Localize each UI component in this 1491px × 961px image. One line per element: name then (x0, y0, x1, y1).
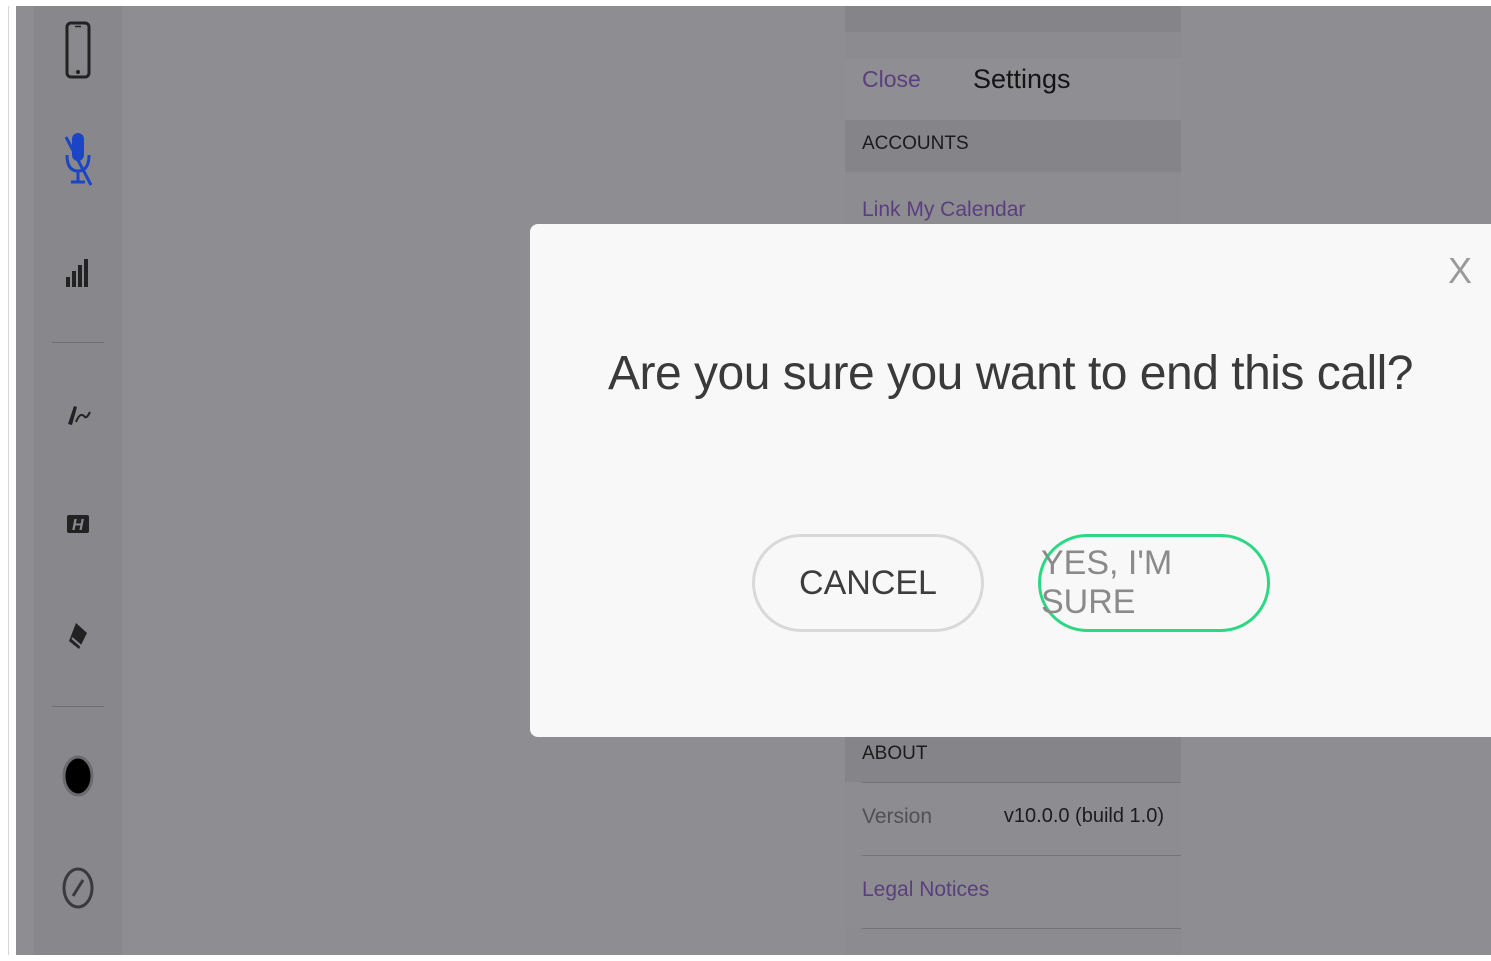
end-call-modal: X Are you sure you want to end this call… (530, 224, 1491, 737)
modal-question: Are you sure you want to end this call? (608, 347, 1413, 400)
settings-title: Settings (973, 64, 1071, 94)
modal-close-icon[interactable]: X (1440, 246, 1480, 296)
version-label: Version (862, 805, 933, 828)
about-section-header: ABOUT (845, 730, 1181, 782)
settings-close-link[interactable]: Close (862, 66, 921, 93)
version-row: Version v10.0.0 (build 1.0) (845, 783, 1181, 855)
window-left-edge (8, 6, 9, 955)
accounts-header-label: ACCOUNTS (862, 133, 969, 154)
version-value: v10.0.0 (build 1.0) (1003, 805, 1164, 827)
confirm-end-call-button[interactable]: YES, I'M SURE (1038, 534, 1270, 632)
accounts-section-header: ACCOUNTS (845, 120, 1181, 172)
about-header-label: ABOUT (862, 743, 928, 764)
legal-notices-row[interactable]: Legal Notices (845, 856, 1181, 928)
link-calendar-label[interactable]: Link My Calendar (862, 198, 1025, 222)
eraser-icon[interactable] (34, 606, 122, 666)
signal-bars-icon[interactable] (34, 242, 122, 302)
settings-top-strip (845, 6, 1181, 32)
microphone-muted-icon[interactable] (34, 130, 122, 190)
tool-rail: H (34, 6, 122, 955)
row-separator (862, 928, 1181, 929)
app-canvas: H Close Settings ACCOUNTS Link My Calend… (16, 6, 1491, 955)
signature-pen-icon[interactable] (34, 384, 122, 444)
svg-text:H: H (72, 517, 84, 534)
rail-divider (52, 342, 104, 343)
cancel-button[interactable]: CANCEL (752, 534, 984, 632)
color-dot-icon[interactable] (34, 746, 122, 806)
rail-divider (52, 706, 104, 707)
legal-notices-link[interactable]: Legal Notices (862, 878, 989, 902)
phone-icon[interactable] (34, 20, 122, 80)
pencil-circle-icon[interactable] (34, 858, 122, 918)
highlighter-icon[interactable]: H (34, 494, 122, 554)
